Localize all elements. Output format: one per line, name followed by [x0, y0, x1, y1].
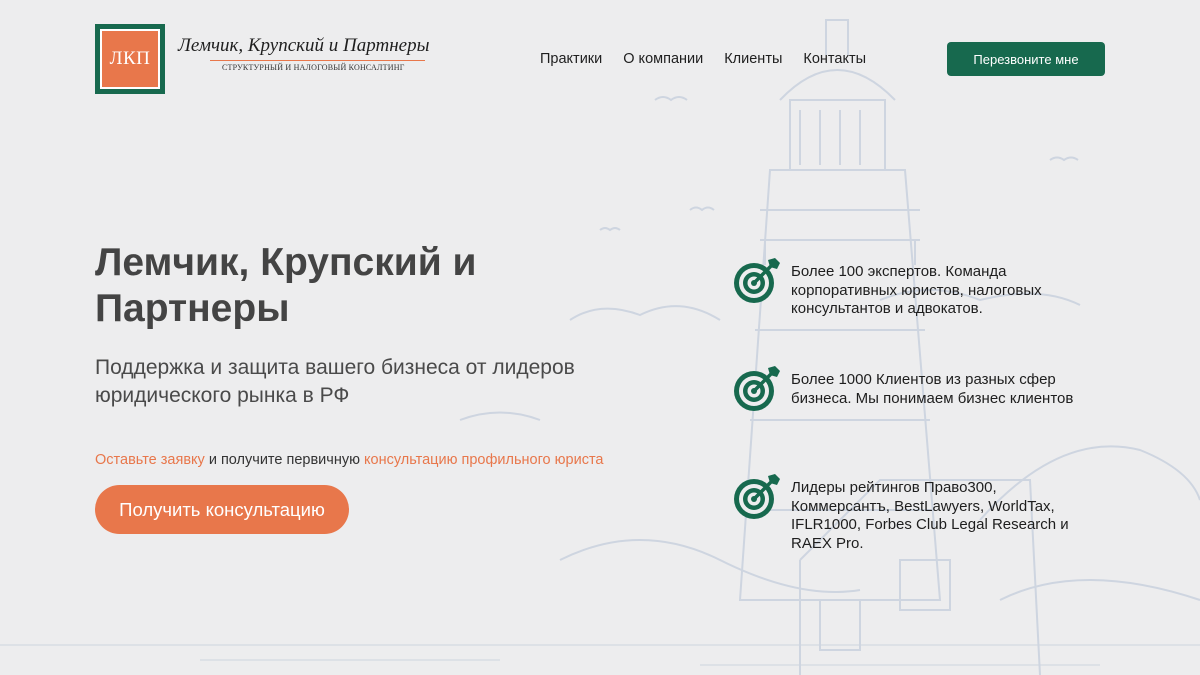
- nav-item-contacts[interactable]: Контакты: [803, 51, 866, 67]
- target-icon: [734, 366, 780, 411]
- callback-button[interactable]: Перезвоните мне: [947, 42, 1105, 76]
- feature-item-clients: Более 1000 Клиентов из разных сфер бизне…: [732, 366, 1096, 414]
- feature-item-experts: Более 100 экспертов. Команда корпоративн…: [732, 258, 1096, 319]
- nav-item-about[interactable]: О компании: [623, 51, 703, 67]
- target-icon: [734, 474, 780, 519]
- logo-divider: [210, 60, 426, 61]
- page: ЛКП Лемчик, Крупский и Партнеры СТРУКТУР…: [0, 0, 1200, 675]
- brand-name: Лемчик, Крупский и Партнеры: [178, 35, 430, 56]
- leave-request-link[interactable]: Оставьте заявку: [95, 452, 205, 468]
- feature-item-ratings: Лидеры рейтингов Право300, Коммерсантъ, …: [732, 474, 1096, 553]
- target-icon: [734, 258, 780, 303]
- consultation-link[interactable]: консультацию профильного юриста: [364, 452, 603, 468]
- nav-item-practices[interactable]: Практики: [540, 51, 602, 67]
- feature-text: Более 1000 Клиентов из разных сфер бизне…: [791, 371, 1074, 407]
- hero-subtitle: Поддержка и защита вашего бизнеса от лид…: [95, 356, 575, 407]
- main-nav: Практики О компании Клиенты Контакты: [540, 51, 866, 67]
- logo-mark-text: ЛКП: [100, 29, 160, 89]
- cta-text: Оставьте заявку и получите первичную кон…: [95, 452, 603, 468]
- feature-text: Лидеры рейтингов Право300, Коммерсантъ, …: [791, 479, 1069, 552]
- cta-text-middle: и получите первичную: [204, 452, 364, 468]
- brand-tagline: СТРУКТУРНЫЙ И НАЛОГОВЫЙ КОНСАЛТИНГ: [222, 63, 405, 72]
- logo-wordmark: Лемчик, Крупский и Партнеры СТРУКТУРНЫЙ …: [178, 35, 429, 72]
- feature-text: Более 100 экспертов. Команда корпоративн…: [791, 263, 1042, 317]
- brand-logo[interactable]: ЛКП Лемчик, Крупский и Партнеры СТРУКТУР…: [95, 24, 429, 94]
- hero-title: Лемчик, Крупский и Партнеры: [95, 241, 477, 330]
- get-consultation-button[interactable]: Получить консультацию: [95, 485, 349, 534]
- nav-item-clients[interactable]: Клиенты: [724, 51, 782, 67]
- logo-mark: ЛКП: [95, 24, 165, 94]
